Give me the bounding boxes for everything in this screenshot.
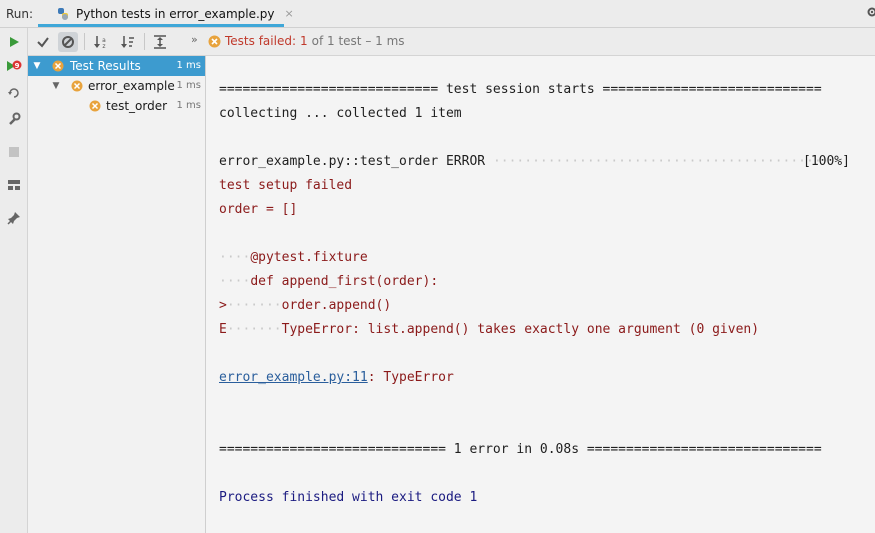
def-text: def append_first(order): [250, 274, 439, 289]
status-summary: of 1 test – 1 ms [311, 34, 405, 48]
expand-all-icon [154, 35, 166, 49]
tab-title: Python tests in error_example.py [76, 6, 275, 21]
expand-all-button[interactable] [150, 32, 170, 52]
tree-item-duration: 1 ms [176, 60, 202, 71]
refresh-icon [8, 88, 19, 98]
traceback-link-line: error_example.py:11: TypeError [219, 370, 454, 386]
chevron-down-icon[interactable]: ▼ [32, 61, 42, 71]
append-line: >·······order.append() [219, 298, 392, 313]
rerun-failed-button[interactable]: 9 [6, 59, 22, 75]
svg-text:z: z [102, 43, 105, 50]
test-result-line: error_example.py::test_order ERROR ·····… [219, 154, 829, 170]
svg-text:9: 9 [15, 62, 20, 70]
stop-icon [9, 147, 19, 157]
error-icon [71, 80, 83, 92]
error-line: E·······TypeError: list.append() takes e… [219, 322, 760, 337]
chevron-down-icon[interactable]: ▼ [51, 81, 61, 91]
error-text: TypeError: list.append() takes exactly o… [281, 322, 760, 337]
show-passed-button[interactable] [33, 32, 53, 52]
toolbar-separator [84, 33, 85, 50]
tree-item-test-results[interactable]: ▼ Test Results 1 ms [28, 56, 205, 76]
error-icon [89, 100, 101, 112]
tree-item-error-example[interactable]: ▼ error_example 1 ms [28, 76, 205, 96]
ignored-icon [62, 36, 74, 48]
run-tool-window-header: Run: Python tests in error_example.py × [0, 0, 875, 28]
source-link-suffix: : TypeError [367, 370, 454, 385]
leader-dots: ········································… [492, 154, 830, 169]
tree-item-label: test_order [106, 99, 168, 113]
collecting-line: collecting ... collected 1 item [219, 106, 462, 121]
more-actions-icon[interactable]: » [191, 33, 198, 46]
sort-alpha-icon: a z [94, 36, 106, 50]
session-start-line: ============================ test sessio… [219, 82, 822, 97]
tree-item-duration: 1 ms [176, 100, 202, 111]
fixture-text: @pytest.fixture [250, 250, 368, 265]
test-percent: [100%] [803, 154, 850, 169]
tree-item-test-order[interactable]: test_order 1 ms [28, 96, 205, 116]
status-failed-count: 1 [300, 34, 308, 48]
sort-duration-icon [121, 36, 134, 48]
pin-tab-button[interactable] [6, 210, 22, 226]
toolbar-separator [144, 33, 145, 50]
append-marker: > [219, 298, 227, 313]
append-text: order.append() [281, 298, 392, 313]
run-side-toolbar: 9 [0, 28, 28, 533]
summary-line: ============================= 1 error in… [219, 442, 822, 457]
layout-button[interactable] [6, 177, 22, 193]
pin-icon [7, 212, 20, 225]
check-icon [37, 37, 49, 48]
test-results-tree: ▼ Test Results 1 ms ▼ error_example 1 ms… [28, 56, 206, 533]
error-marker: E [219, 322, 227, 337]
play-icon [10, 37, 19, 47]
rerun-button[interactable] [6, 34, 22, 50]
error-icon [52, 60, 64, 72]
tab-close-icon[interactable]: × [285, 7, 294, 20]
console-output[interactable]: ============================ test sessio… [206, 56, 875, 533]
tab-active-indicator [38, 24, 284, 27]
sort-alphabetically-button[interactable]: a z [91, 32, 111, 52]
error-icon [208, 35, 221, 47]
run-label: Run: [6, 7, 34, 21]
settings-button[interactable] [6, 111, 22, 127]
order-line: order = [] [219, 202, 298, 217]
gear-icon[interactable] [866, 6, 875, 18]
setup-failed-line: test setup failed [219, 178, 353, 193]
status-failed-label: Tests failed: [225, 34, 296, 48]
sort-by-duration-button[interactable] [118, 32, 138, 52]
tree-item-label: error_example [88, 79, 175, 93]
python-test-icon [58, 7, 68, 20]
test-name: error_example.py::test_order ERROR [219, 154, 486, 169]
toggle-auto-test-button[interactable] [6, 85, 22, 101]
tab-python-tests[interactable]: Python tests in error_example.py × [50, 0, 300, 27]
def-line: ····def append_first(order): [219, 274, 439, 289]
tree-item-duration: 1 ms [176, 80, 202, 91]
wrench-icon [9, 112, 21, 125]
stop-button[interactable] [6, 144, 22, 160]
rerun-failed-icon: 9 [7, 60, 22, 71]
source-link[interactable]: error_example.py:11 [219, 370, 368, 385]
process-finished-line: Process finished with exit code 1 [219, 490, 478, 505]
layout-icon [8, 180, 20, 190]
test-runner-toolbar: a z » Tests failed: 1 of 1 test – 1 ms [28, 28, 875, 56]
test-status: Tests failed: 1 of 1 test – 1 ms [208, 34, 405, 48]
show-ignored-button[interactable] [58, 32, 78, 52]
fixture-line: ····@pytest.fixture [219, 250, 368, 265]
tree-item-label: Test Results [70, 59, 141, 73]
